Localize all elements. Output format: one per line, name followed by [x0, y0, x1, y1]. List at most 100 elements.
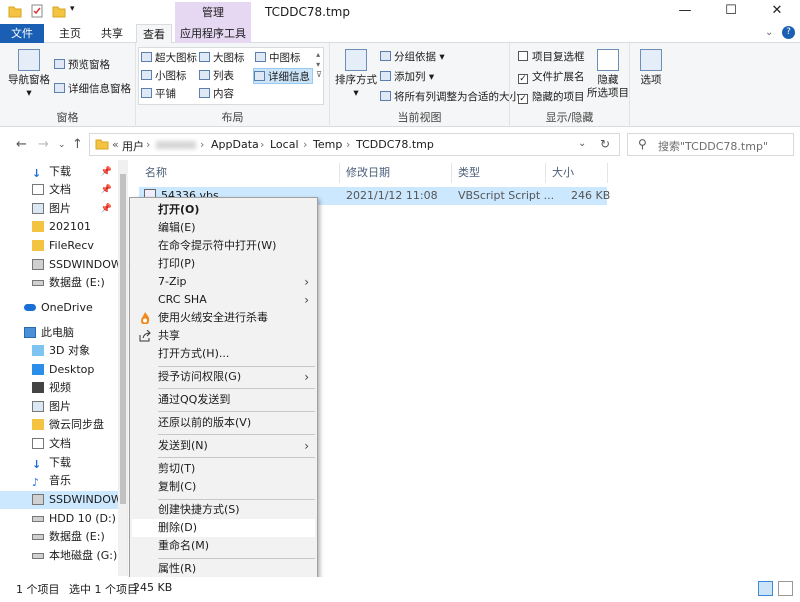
- address-bar[interactable]: « 用户 › › AppData › Local › Temp › TCDDC7…: [89, 133, 620, 156]
- details-view-icon[interactable]: [758, 581, 773, 596]
- sidebar-item-data-e[interactable]: 数据盘 (E:): [0, 274, 118, 292]
- breadcrumb-overflow[interactable]: «: [112, 138, 119, 151]
- menu-item-properties[interactable]: 属性(R): [132, 560, 315, 578]
- gallery-scroll-icon[interactable]: ▴▾⊽: [316, 50, 322, 80]
- properties-icon[interactable]: [30, 4, 44, 20]
- large-icons-view-icon[interactable]: [778, 581, 793, 596]
- menu-item-edit[interactable]: 编辑(E): [132, 219, 315, 237]
- preview-pane-button[interactable]: 预览窗格: [54, 57, 110, 73]
- maximize-button[interactable]: ☐: [708, 0, 754, 24]
- sidebar-item-downloads[interactable]: ↓下载📌: [0, 163, 118, 181]
- sidebar-item-pictures[interactable]: 图片📌: [0, 200, 118, 218]
- sidebar-item-music[interactable]: ♪音乐: [0, 472, 118, 490]
- tab-home[interactable]: 主页: [52, 24, 88, 43]
- menu-item-delete[interactable]: 删除(D): [132, 519, 315, 537]
- sidebar-item-pictures-pc[interactable]: 图片: [0, 398, 118, 416]
- sidebar-item-filerecv[interactable]: FileRecv: [0, 237, 118, 255]
- layout-content[interactable]: 内容: [199, 86, 234, 102]
- menu-item-open-cmd[interactable]: 在命令提示符中打开(W): [132, 237, 315, 255]
- sidebar-item-downloads-pc[interactable]: ↓下载: [0, 454, 118, 472]
- address-dropdown-icon[interactable]: ⌄: [578, 138, 586, 149]
- hide-selected-button[interactable]: 隐藏 所选项目: [586, 49, 630, 100]
- refresh-icon[interactable]: ↻: [600, 137, 610, 151]
- breadcrumb-local[interactable]: Local: [270, 138, 299, 151]
- layout-extra-large-icons[interactable]: 超大图标: [141, 50, 197, 66]
- menu-item-send-qq[interactable]: 通过QQ发送到: [132, 391, 315, 409]
- customize-toolbar-icon[interactable]: ▾: [70, 4, 75, 20]
- menu-item-7zip[interactable]: 7-Zip›: [132, 273, 315, 291]
- sidebar-item-202101[interactable]: 202101: [0, 218, 118, 236]
- layout-details[interactable]: 详细信息: [253, 68, 313, 84]
- search-box[interactable]: ⚲ 搜索"TCDDC78.tmp": [627, 133, 794, 156]
- sidebar-scrollbar-thumb[interactable]: [120, 174, 126, 504]
- help-icon[interactable]: ?: [782, 26, 795, 39]
- close-button[interactable]: ✕: [754, 0, 800, 24]
- sidebar-item-3d-objects[interactable]: 3D 对象: [0, 342, 118, 360]
- sidebar-scrollbar[interactable]: [118, 160, 128, 576]
- column-header-size[interactable]: 大小: [546, 163, 608, 183]
- menu-item-crc-sha[interactable]: CRC SHA›: [132, 291, 315, 309]
- extensions-toggle[interactable]: ✓文件扩展名: [518, 69, 585, 85]
- layout-small-icons[interactable]: 小图标: [141, 68, 187, 84]
- sidebar-item-documents-pc[interactable]: 文档: [0, 435, 118, 453]
- sidebar-item-data-e-pc[interactable]: 数据盘 (E:): [0, 528, 118, 546]
- breadcrumb-appdata[interactable]: AppData: [211, 138, 259, 151]
- sidebar-item-this-pc[interactable]: 此电脑: [0, 324, 118, 342]
- sidebar-item-ssdwindows-pc[interactable]: SSDWINDOWS: [0, 491, 118, 509]
- sidebar-item-onedrive[interactable]: OneDrive: [0, 299, 118, 317]
- sidebar-item-desktop[interactable]: Desktop: [0, 361, 118, 379]
- menu-item-huorong-scan[interactable]: 使用火绒安全进行杀毒: [132, 309, 315, 327]
- menu-item-grant-access[interactable]: 授予访问权限(G)›: [132, 368, 315, 386]
- item-checkbox-toggle[interactable]: 项目复选框: [518, 49, 585, 65]
- collapse-ribbon-icon[interactable]: ⌄: [765, 27, 773, 38]
- menu-item-share[interactable]: 共享: [132, 327, 315, 345]
- back-arrow-icon[interactable]: ←: [16, 137, 27, 152]
- pin-icon[interactable]: 📌: [101, 200, 112, 218]
- menu-item-rename[interactable]: 重命名(M): [132, 537, 315, 555]
- fit-columns-button[interactable]: 将所有列调整为合适的大小: [380, 89, 520, 105]
- layout-list[interactable]: 列表: [199, 68, 234, 84]
- search-input[interactable]: 搜索"TCDDC78.tmp": [658, 138, 768, 154]
- layout-medium-icons[interactable]: 中图标: [255, 50, 301, 66]
- column-header-name[interactable]: 名称: [139, 163, 340, 183]
- tab-app-tools[interactable]: 应用程序工具: [175, 24, 251, 43]
- menu-item-open-with[interactable]: 打开方式(H)...: [132, 345, 315, 363]
- column-header-type[interactable]: 类型: [452, 163, 546, 183]
- nav-pane-button[interactable]: 导航窗格▾: [6, 49, 52, 100]
- pin-icon[interactable]: 📌: [101, 163, 112, 181]
- breadcrumb-users[interactable]: 用户: [122, 138, 144, 154]
- options-button[interactable]: 选项: [636, 49, 666, 87]
- tab-share[interactable]: 共享: [94, 24, 130, 43]
- sidebar-item-hdd-d[interactable]: HDD 10 (D:): [0, 510, 118, 528]
- sort-button[interactable]: 排序方式▾: [334, 49, 378, 100]
- menu-item-open[interactable]: 打开(O): [132, 201, 315, 219]
- breadcrumb-current[interactable]: TCDDC78.tmp: [356, 138, 434, 151]
- layout-tiles[interactable]: 平铺: [141, 86, 176, 102]
- details-pane-button[interactable]: 详细信息窗格: [54, 81, 131, 97]
- tab-file[interactable]: 文件: [0, 24, 44, 43]
- layout-large-icons[interactable]: 大图标: [199, 50, 245, 66]
- menu-item-print[interactable]: 打印(P): [132, 255, 315, 273]
- menu-item-create-shortcut[interactable]: 创建快捷方式(S): [132, 501, 315, 519]
- sidebar-item-ssdwindows[interactable]: SSDWINDOWS: [0, 256, 118, 274]
- group-by-button[interactable]: 分组依据 ▾: [380, 49, 445, 65]
- menu-item-copy[interactable]: 复制(C): [132, 478, 315, 496]
- menu-item-restore-versions[interactable]: 还原以前的版本(V): [132, 414, 315, 432]
- tab-view[interactable]: 查看: [136, 24, 172, 44]
- minimize-button[interactable]: —: [662, 0, 708, 24]
- column-header-date[interactable]: 修改日期: [340, 163, 452, 183]
- recent-locations-icon[interactable]: ⌄: [58, 140, 66, 150]
- new-folder-icon[interactable]: [52, 4, 66, 20]
- menu-item-send-to[interactable]: 发送到(N)›: [132, 437, 315, 455]
- up-arrow-icon[interactable]: ↑: [72, 137, 83, 152]
- sidebar-item-local-g[interactable]: 本地磁盘 (G:): [0, 547, 118, 565]
- sidebar-item-videos[interactable]: 视频: [0, 379, 118, 397]
- breadcrumb-temp[interactable]: Temp: [313, 138, 342, 151]
- sidebar-item-documents[interactable]: 文档📌: [0, 181, 118, 199]
- sidebar-item-weiyun[interactable]: 微云同步盘: [0, 416, 118, 434]
- add-column-button[interactable]: 添加列 ▾: [380, 69, 434, 85]
- pin-icon[interactable]: 📌: [101, 181, 112, 199]
- forward-arrow-icon[interactable]: →: [38, 137, 49, 152]
- menu-item-cut[interactable]: 剪切(T): [132, 460, 315, 478]
- hidden-items-toggle[interactable]: ✓隐藏的项目: [518, 89, 585, 105]
